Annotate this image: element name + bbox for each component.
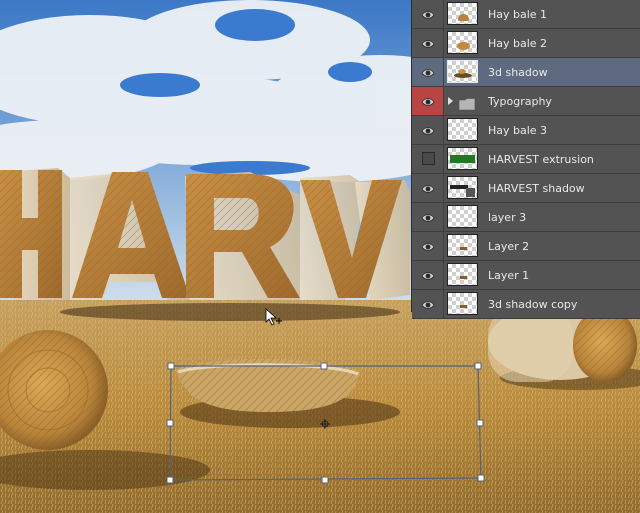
layer-name: 3d shadow (488, 66, 548, 79)
layer-thumbnail (447, 176, 478, 199)
layer-name: Typography (488, 95, 552, 108)
eye-icon (421, 65, 435, 79)
layer-thumbnail (447, 205, 478, 228)
visibility-eye-icon[interactable] (412, 261, 444, 289)
layer-thumbnail (447, 147, 478, 170)
eye-icon (421, 210, 435, 224)
eye-icon (421, 94, 435, 108)
layer-thumbnail (447, 31, 478, 54)
layer-name: HARVEST extrusion (488, 153, 594, 166)
layer-name: layer 3 (488, 211, 527, 224)
layer-row[interactable]: Typography (412, 87, 640, 116)
layers-panel: Hay bale 1 Hay bale 2 3d shadow Typography H… (411, 0, 640, 319)
visibility-eye-icon[interactable] (412, 58, 444, 86)
layer-row[interactable]: Layer 1 (412, 261, 640, 290)
layer-name: Layer 2 (488, 240, 530, 253)
layer-thumbnail (447, 263, 478, 286)
layer-row[interactable]: HARVEST shadow (412, 174, 640, 203)
layer-name: Layer 1 (488, 269, 530, 282)
layer-row[interactable]: Layer 2 (412, 232, 640, 261)
eye-icon (421, 181, 435, 195)
visibility-eye-icon[interactable] (412, 116, 444, 144)
layer-name: HARVEST shadow (488, 182, 585, 195)
visibility-eye-icon[interactable] (412, 87, 444, 115)
layer-row[interactable]: Hay bale 3 (412, 116, 640, 145)
visibility-eye-icon[interactable] (412, 290, 444, 318)
layer-name: Hay bale 1 (488, 8, 548, 21)
layer-thumbnail (447, 234, 478, 257)
layer-thumbnail (447, 60, 478, 83)
expand-arrow-icon[interactable] (448, 97, 453, 105)
layer-row[interactable]: Hay bale 2 (412, 29, 640, 58)
visibility-eye-icon[interactable] (412, 174, 444, 202)
visibility-eye-icon[interactable] (412, 232, 444, 260)
layer-row[interactable]: 3d shadow (412, 58, 640, 87)
eye-icon (421, 239, 435, 253)
layer-row[interactable]: layer 3 (412, 203, 640, 232)
layer-thumbnail (447, 2, 478, 25)
layer-thumbnail (447, 118, 478, 141)
layer-row[interactable]: 3d shadow copy (412, 290, 640, 319)
layer-name: 3d shadow copy (488, 298, 578, 311)
layer-name: Hay bale 3 (488, 124, 548, 137)
layer-row[interactable]: Hay bale 1 (412, 0, 640, 29)
harvest-letters (0, 168, 410, 300)
eye-icon (421, 7, 435, 21)
layer-name: Hay bale 2 (488, 37, 548, 50)
folder-icon (458, 95, 476, 111)
eye-icon (421, 36, 435, 50)
hidden-box-icon (422, 152, 435, 165)
visibility-toggle-hidden[interactable] (412, 145, 444, 173)
visibility-eye-icon[interactable] (412, 203, 444, 231)
visibility-eye-icon[interactable] (412, 29, 444, 57)
layer-row[interactable]: HARVEST extrusion (412, 145, 640, 174)
eye-icon (421, 268, 435, 282)
visibility-eye-icon[interactable] (412, 0, 444, 28)
eye-icon (421, 297, 435, 311)
layer-thumbnail (447, 292, 478, 315)
eye-icon (421, 123, 435, 137)
